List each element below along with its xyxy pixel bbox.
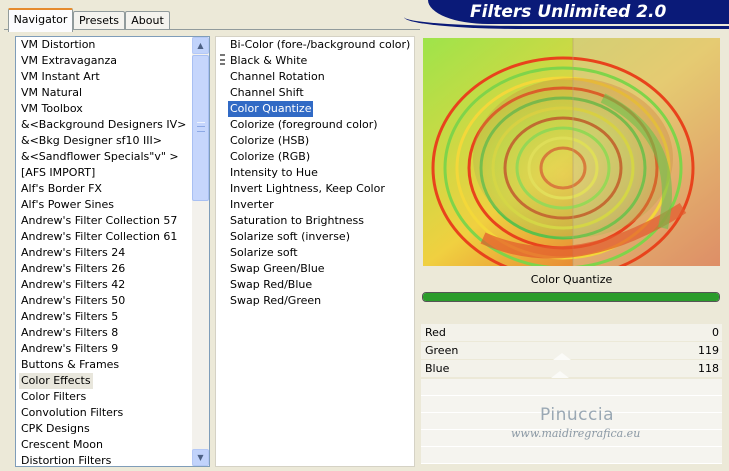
- filter-list-item[interactable]: Andrew's Filter Collection 61: [19, 229, 179, 245]
- filter-list-item[interactable]: &<Background Designers IV>: [19, 117, 188, 133]
- effect-list-item[interactable]: Channel Shift: [228, 85, 306, 101]
- grip-icon: [197, 122, 205, 132]
- slider-value-green: 119: [698, 344, 719, 357]
- filter-list-item[interactable]: Andrew's Filters 42: [19, 277, 127, 293]
- filter-list-item[interactable]: Alf's Power Sines: [19, 197, 116, 213]
- watermark-url: www.maidiregrafica.eu: [511, 427, 641, 440]
- filter-list-item[interactable]: VM Toolbox: [19, 101, 85, 117]
- filter-list-item[interactable]: VM Distortion: [19, 37, 97, 53]
- filter-list-item[interactable]: VM Natural: [19, 85, 84, 101]
- effect-list-item[interactable]: Swap Red/Green: [228, 293, 323, 309]
- empty-param-row: [421, 447, 722, 464]
- filter-list-item[interactable]: Crescent Moon: [19, 437, 105, 453]
- watermark-name: Pinuccia: [540, 405, 614, 425]
- effect-list-item[interactable]: Colorize (HSB): [228, 133, 311, 149]
- filter-list-item[interactable]: VM Extravaganza: [19, 53, 119, 69]
- slider-marker-blue[interactable]: [551, 371, 570, 378]
- filter-list-item[interactable]: &<Bkg Designer sf10 III>: [19, 133, 164, 149]
- arrow-up-icon: ▲: [197, 41, 204, 50]
- filter-list-item[interactable]: Andrew's Filters 26: [19, 261, 127, 277]
- filter-list-item[interactable]: Color Effects: [19, 373, 93, 389]
- filter-list-item[interactable]: CPK Designs: [19, 421, 92, 437]
- effect-list-item[interactable]: Saturation to Brightness: [228, 213, 366, 229]
- filter-list-item[interactable]: Convolution Filters: [19, 405, 125, 421]
- arrow-down-icon: ▼: [197, 453, 204, 462]
- filter-list-item[interactable]: &<Sandflower Specials"v" >: [19, 149, 181, 165]
- effect-list-item[interactable]: Solarize soft: [228, 245, 300, 261]
- filter-list-item[interactable]: Buttons & Frames: [19, 357, 121, 373]
- effect-list-item[interactable]: Inverter: [228, 197, 276, 213]
- filter-list-item[interactable]: Andrew's Filters 9: [19, 341, 120, 357]
- filter-list-item[interactable]: Andrew's Filters 50: [19, 293, 127, 309]
- preview-effect-name: Color Quantize: [530, 273, 613, 286]
- filter-list-item[interactable]: Alf's Border FX: [19, 181, 104, 197]
- empty-param-row: [421, 379, 722, 396]
- progress-bar: [422, 292, 720, 302]
- slider-label-red: Red: [425, 326, 446, 339]
- app-title: Filters Unlimited 2.0: [470, 2, 667, 22]
- slider-value-blue: 118: [698, 362, 719, 375]
- effect-list-item[interactable]: Bi-Color (fore-/background color): [228, 37, 412, 53]
- tab-presets[interactable]: Presets: [73, 11, 125, 30]
- scroll-up-button[interactable]: ▲: [192, 37, 209, 54]
- slider-marker-green[interactable]: [552, 353, 571, 360]
- effect-list-item[interactable]: Colorize (RGB): [228, 149, 312, 165]
- slider-label-green: Green: [425, 344, 459, 357]
- effect-list-item[interactable]: Swap Green/Blue: [228, 261, 327, 277]
- scroll-down-button[interactable]: ▼: [192, 449, 209, 466]
- filter-list-item[interactable]: Andrew's Filters 5: [19, 309, 120, 325]
- tab-about[interactable]: About: [125, 11, 170, 30]
- tab-navigator[interactable]: Navigator: [8, 8, 73, 32]
- filter-list-item[interactable]: Color Filters: [19, 389, 88, 405]
- effect-list-item[interactable]: Channel Rotation: [228, 69, 327, 85]
- filter-list-item[interactable]: VM Instant Art: [19, 69, 102, 85]
- effect-list-item[interactable]: Swap Red/Blue: [228, 277, 314, 293]
- filter-list-item[interactable]: Distortion Filters: [19, 453, 113, 466]
- preview-swirl: [423, 38, 720, 266]
- filter-list-item[interactable]: Andrew's Filters 8: [19, 325, 120, 341]
- effect-list-item[interactable]: Color Quantize: [228, 101, 314, 117]
- effect-list-item[interactable]: Colorize (foreground color): [228, 117, 380, 133]
- preview-image: [423, 38, 720, 266]
- filter-list-item[interactable]: Andrew's Filter Collection 57: [19, 213, 179, 229]
- filter-list-item[interactable]: Andrew's Filters 24: [19, 245, 127, 261]
- scrollbar-thumb[interactable]: [192, 55, 209, 201]
- effect-list-item[interactable]: Solarize soft (inverse): [228, 229, 352, 245]
- category-marker-icon: [220, 54, 225, 65]
- filter-list-item[interactable]: [AFS IMPORT]: [19, 165, 97, 181]
- progress-fill: [423, 293, 719, 301]
- effect-list-item[interactable]: Black & White: [228, 53, 309, 69]
- effect-list-item[interactable]: Intensity to Hue: [228, 165, 320, 181]
- filter-list-scrollbar[interactable]: ▲ ▼: [192, 37, 209, 466]
- effect-list[interactable]: Bi-Color (fore-/background color) Black &…: [215, 36, 415, 467]
- slider-label-blue: Blue: [425, 362, 450, 375]
- filter-category-list[interactable]: VM Distortion VM Extravaganza VM Instant A…: [15, 36, 210, 467]
- slider-value-red: 0: [712, 326, 719, 339]
- effect-list-item[interactable]: Invert Lightness, Keep Color: [228, 181, 387, 197]
